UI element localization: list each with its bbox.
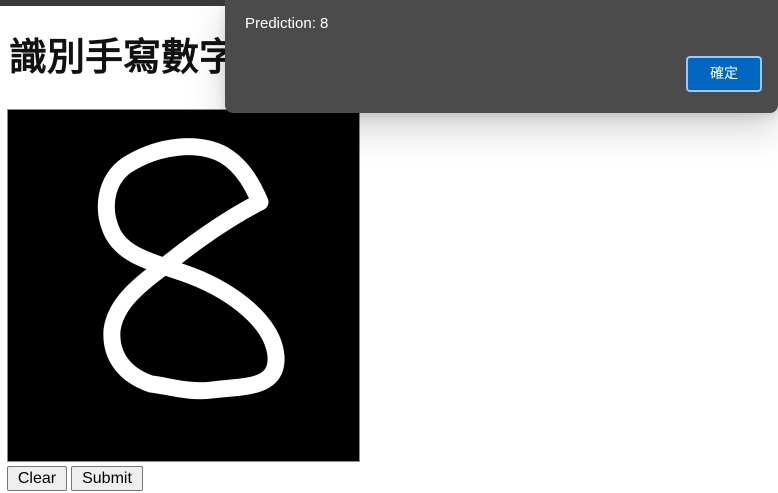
prediction-message: Prediction: 8 <box>245 15 329 32</box>
canvas-actions: Clear Submit <box>7 466 143 493</box>
submit-button[interactable]: Submit <box>71 466 143 491</box>
browser-page: 識別手寫數字 Clear Submit Prediction: 8 確定 <box>0 0 778 493</box>
page-title: 識別手寫數字 <box>9 35 238 79</box>
prediction-alert-dialog: Prediction: 8 確定 <box>225 0 778 113</box>
clear-button[interactable]: Clear <box>7 466 67 491</box>
confirm-button[interactable]: 確定 <box>686 56 762 92</box>
canvas-background <box>8 110 359 461</box>
drawing-canvas[interactable] <box>7 109 360 462</box>
